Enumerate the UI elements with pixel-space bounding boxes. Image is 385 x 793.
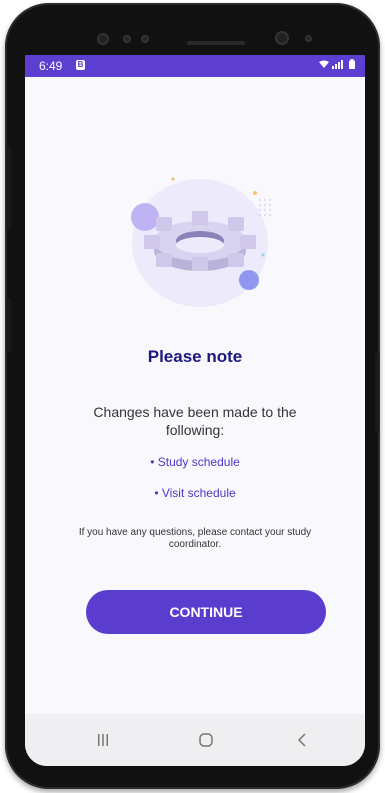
top-bezel xyxy=(27,13,359,55)
sensor-icon xyxy=(141,35,149,43)
back-icon xyxy=(297,733,306,747)
sensor-icon xyxy=(305,35,312,42)
change-item-visit-schedule: • Visit schedule xyxy=(154,486,236,500)
front-camera-icon xyxy=(275,31,289,45)
home-icon xyxy=(199,733,213,747)
sensor-icon xyxy=(123,35,131,43)
change-item-study-schedule: • Study schedule xyxy=(150,455,240,469)
continue-button[interactable]: CONTINUE xyxy=(86,590,326,634)
sensor-icon xyxy=(97,33,109,45)
notification-b-icon: B xyxy=(76,60,85,70)
wifi-icon xyxy=(319,60,329,68)
app-screen: 6:49 B Please note Changes have been mad… xyxy=(25,55,365,766)
back-button[interactable] xyxy=(287,728,317,752)
bixby-button xyxy=(6,298,11,353)
status-icons xyxy=(319,59,355,69)
gear-illustration xyxy=(131,177,271,307)
earpiece-speaker xyxy=(187,41,245,45)
signal-icon xyxy=(332,59,343,69)
phone-frame: 6:49 B Please note Changes have been mad… xyxy=(5,3,380,789)
help-text: If you have any questions, please contac… xyxy=(78,527,312,550)
change-message: Changes have been made to the following: xyxy=(93,404,297,438)
home-button[interactable] xyxy=(191,728,221,752)
battery-icon xyxy=(349,59,355,69)
status-bar: 6:49 B xyxy=(25,55,365,77)
system-nav-bar xyxy=(25,714,365,766)
dialog-title: Please note xyxy=(147,347,243,366)
recents-icon xyxy=(98,734,108,746)
recents-button[interactable] xyxy=(88,728,118,752)
status-time: 6:49 xyxy=(39,59,63,73)
volume-button xyxy=(6,148,11,228)
power-button xyxy=(375,353,379,433)
